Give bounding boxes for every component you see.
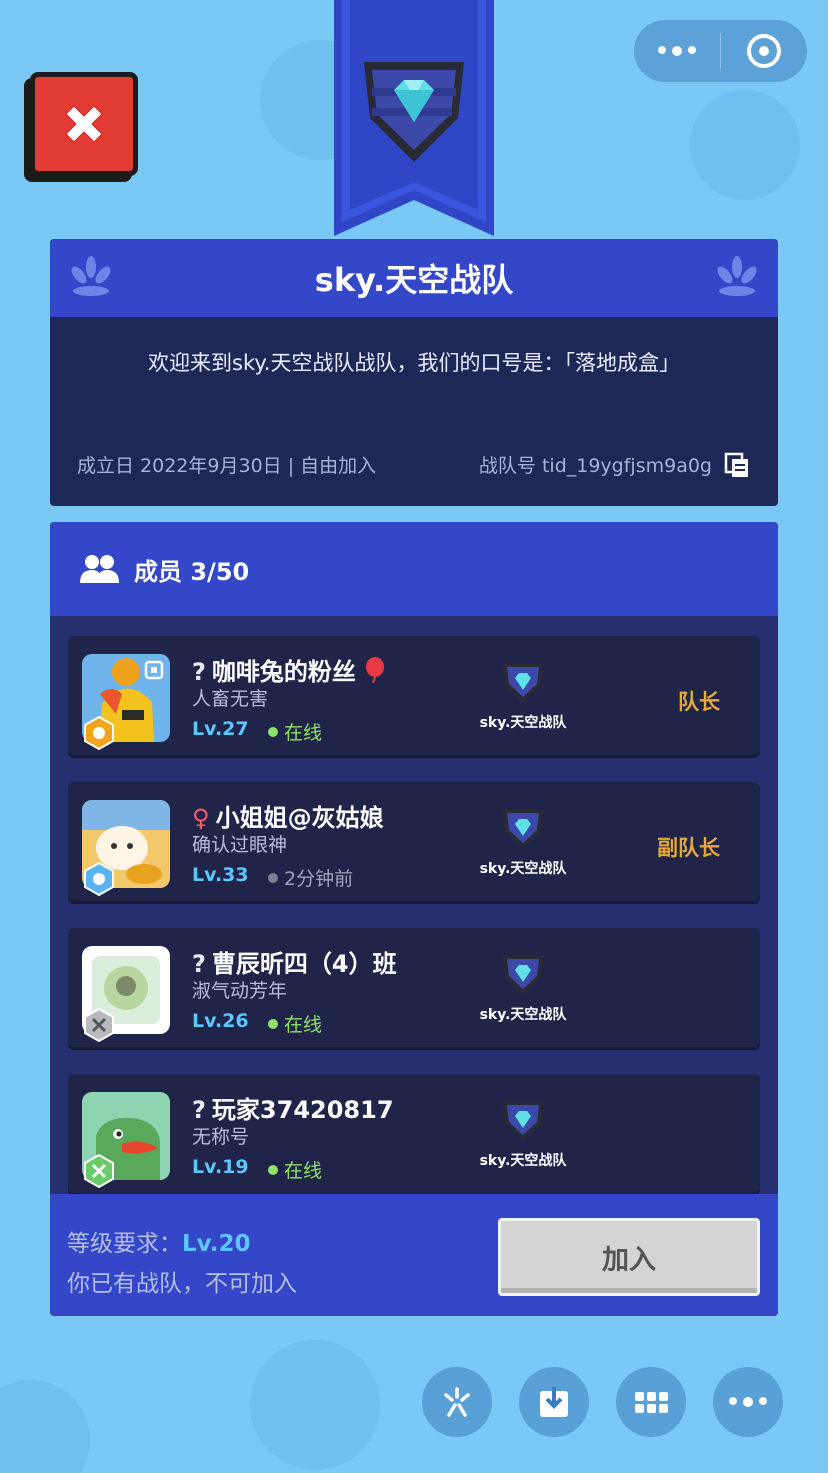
background-decoration — [250, 1340, 380, 1470]
online-dot-icon — [268, 1164, 278, 1175]
ellipsis-icon — [729, 1397, 767, 1407]
target-ring-icon — [747, 34, 781, 68]
gender-unknown-icon: ? — [192, 950, 206, 978]
member-name: ? 玩家37420817 — [192, 1090, 394, 1125]
members-header: 成员 3/50 — [50, 522, 778, 616]
gender-unknown-icon: ? — [192, 658, 206, 686]
member-team-tag: sky.天空战队 — [468, 954, 578, 1024]
diamond-shield-icon — [503, 1102, 543, 1140]
members-list[interactable]: ? 咖啡兔的粉丝 人畜无害 Lv.27 在线 sky.天空战队 队长 ♀ 小姐姐… — [50, 616, 778, 1194]
member-team-name: sky.天空战队 — [479, 1007, 567, 1023]
member-name: ? 咖啡兔的粉丝 — [192, 652, 386, 687]
member-level: Lv.27 — [192, 718, 249, 740]
member-status: 2分钟前 — [268, 864, 353, 891]
copy-icon[interactable] — [724, 452, 750, 478]
more-dots-icon — [658, 46, 696, 56]
diamond-shield-icon — [503, 956, 543, 994]
close-button[interactable] — [30, 72, 138, 176]
member-status-text: 在线 — [284, 1160, 323, 1182]
member-title: 无称号 — [192, 1126, 250, 1148]
online-dot-icon — [268, 1018, 278, 1029]
level-requirement-label: 等级要求： — [67, 1231, 182, 1257]
diamond-shield-icon — [503, 664, 543, 702]
member-name-text: 咖啡兔的粉丝 — [211, 658, 356, 686]
team-id-group: 战队号 tid_19ygfjsm9a0g — [479, 451, 750, 478]
offline-dot-icon — [268, 872, 278, 883]
cannot-join-notice: 你已有战队，不可加入 — [67, 1271, 297, 1297]
member-role: 副队长 — [657, 836, 720, 860]
gender-female-icon: ♀ — [192, 804, 210, 832]
team-id: 战队号 tid_19ygfjsm9a0g — [478, 455, 712, 477]
level-badge-icon — [84, 862, 114, 896]
laurel-icon — [71, 256, 111, 296]
member-name: ? 曹辰昕四（4）班 — [192, 944, 397, 979]
member-status: 在线 — [268, 1010, 322, 1037]
download-button[interactable] — [519, 1367, 589, 1437]
sparkle-icon — [444, 1387, 470, 1417]
member-name-text: 玩家37420817 — [211, 1096, 394, 1124]
team-info-card: sky.天空战队 欢迎来到sky.天空战队战队，我们的口号是：「落地成盒」 成立… — [50, 239, 778, 506]
member-row[interactable]: ? 曹辰昕四（4）班 淑气动芳年 Lv.26 在线 sky.天空战队 — [68, 928, 760, 1050]
apps-grid-button[interactable] — [616, 1367, 686, 1437]
level-requirement-value: Lv.20 — [182, 1231, 251, 1257]
diamond-shield-icon — [503, 810, 543, 848]
member-status-text: 在线 — [284, 722, 323, 744]
team-banner-icon — [334, 0, 494, 236]
member-team-name: sky.天空战队 — [479, 715, 567, 731]
member-team-tag: sky.天空战队 — [468, 662, 578, 732]
members-panel: 成员 3/50 ? 咖啡兔的粉丝 人畜无害 Lv.27 在线 sky.天空战队 … — [50, 522, 778, 1316]
member-level: Lv.33 — [192, 864, 249, 886]
member-team-name: sky.天空战队 — [479, 861, 567, 877]
level-badge-icon — [84, 716, 114, 750]
team-founded: 成立日 2022年9月30日 | 自由加入 — [77, 455, 377, 477]
x-icon — [65, 105, 103, 143]
join-bar: 等级要求：Lv.20 你已有战队，不可加入 加入 — [50, 1194, 778, 1316]
mini-program-capsule — [634, 20, 807, 82]
member-title: 淑气动芳年 — [192, 980, 288, 1002]
member-name-text: 曹辰昕四（4）班 — [211, 950, 397, 978]
team-title-bar: sky.天空战队 — [50, 239, 778, 317]
close-miniprogram-button[interactable] — [721, 20, 807, 82]
member-title: 人畜无害 — [192, 688, 269, 710]
member-team-name: sky.天空战队 — [479, 1153, 567, 1169]
member-role: 队长 — [678, 690, 720, 714]
members-count: 成员 3/50 — [134, 557, 250, 586]
team-meta-row: 成立日 2022年9月30日 | 自由加入 战队号 tid_19ygfjsm9a… — [77, 451, 750, 478]
level-requirement: 等级要求：Lv.20 — [67, 1224, 251, 1258]
member-team-tag: sky.天空战队 — [468, 808, 578, 878]
member-level: Lv.26 — [192, 1010, 249, 1032]
download-icon — [540, 1387, 568, 1417]
laurel-icon — [717, 256, 757, 296]
member-team-tag: sky.天空战队 — [468, 1100, 578, 1170]
online-dot-icon — [268, 726, 278, 737]
member-status: 在线 — [268, 718, 322, 745]
member-row[interactable]: ♀ 小姐姐@灰姑娘 确认过眼神 Lv.33 2分钟前 sky.天空战队 副队长 — [68, 782, 760, 904]
members-icon — [80, 555, 119, 583]
more-options-button[interactable] — [713, 1367, 783, 1437]
member-name: ♀ 小姐姐@灰姑娘 — [192, 798, 384, 833]
level-badge-icon — [84, 1008, 114, 1042]
team-name: sky.天空战队 — [314, 261, 514, 299]
member-status-text: 2分钟前 — [284, 868, 354, 890]
background-decoration — [0, 1380, 90, 1473]
sparkle-button[interactable] — [422, 1367, 492, 1437]
team-slogan: 欢迎来到sky.天空战队战队，我们的口号是：「落地成盒」 — [148, 351, 680, 375]
gender-unknown-icon: ? — [192, 1096, 206, 1124]
member-row[interactable]: ? 咖啡兔的粉丝 人畜无害 Lv.27 在线 sky.天空战队 队长 — [68, 636, 760, 758]
join-button[interactable]: 加入 — [498, 1218, 760, 1296]
member-name-text: 小姐姐@灰姑娘 — [215, 804, 384, 832]
member-row[interactable]: ? 玩家37420817 无称号 Lv.19 在线 sky.天空战队 — [68, 1074, 760, 1194]
member-title: 确认过眼神 — [192, 834, 288, 856]
member-status: 在线 — [268, 1156, 322, 1183]
background-decoration — [690, 90, 800, 200]
balloon-icon — [366, 657, 385, 684]
level-badge-icon — [84, 1154, 114, 1188]
grid-icon — [634, 1391, 668, 1413]
member-status-text: 在线 — [284, 1014, 323, 1036]
more-button[interactable] — [634, 20, 720, 82]
member-level: Lv.19 — [192, 1156, 249, 1178]
